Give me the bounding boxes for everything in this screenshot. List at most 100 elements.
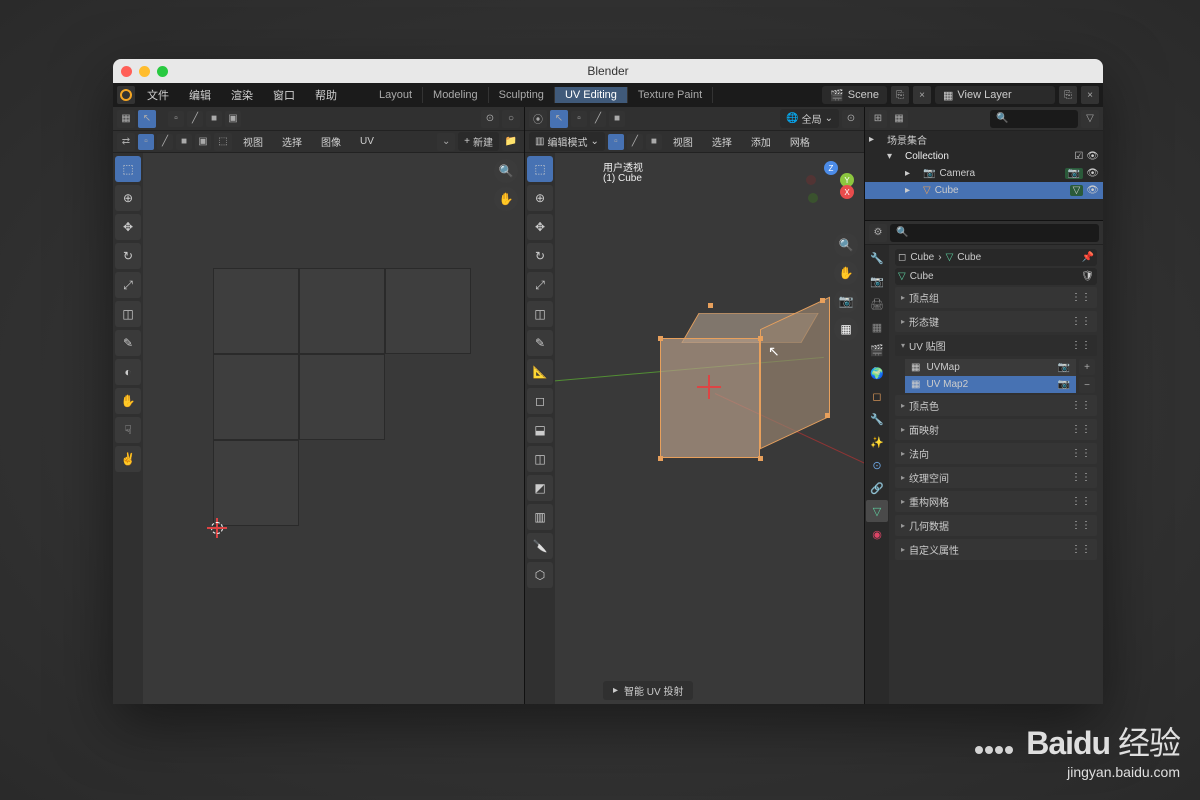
viewport-3d-canvas[interactable]: 用户透视 (1) Cube Z Y X 🔍 ✋ 📷 ▦ ↖ ▸ — [555, 153, 864, 704]
ptab-viewlayer-icon[interactable]: ▦ — [866, 316, 888, 338]
menu-window[interactable]: 窗口 — [265, 85, 303, 105]
uv-tool-move-icon[interactable]: ✥ — [115, 214, 141, 240]
vp-face-icon[interactable]: ■ — [609, 111, 625, 127]
uv-selmode-face-icon[interactable]: ■ — [176, 134, 192, 150]
vp-selmode-face-icon[interactable]: ■ — [646, 134, 662, 150]
ptab-output-icon[interactable]: 🖨 — [866, 293, 888, 315]
maximize-window-button[interactable] — [157, 66, 168, 77]
gizmo-neg-x[interactable] — [806, 175, 816, 185]
proportional-icon[interactable]: ○ — [502, 110, 520, 128]
del-scene-button[interactable]: × — [913, 86, 931, 104]
section-uv-maps[interactable]: ▾UV 贴图⋮⋮ — [895, 335, 1097, 356]
uv-zoom-icon[interactable]: 🔍 — [494, 159, 518, 183]
section-shape-keys[interactable]: ▸形态键⋮⋮ — [895, 311, 1097, 332]
outliner-search[interactable]: 🔍 — [990, 110, 1078, 128]
uv-tool-rip-icon[interactable]: ◐ — [115, 359, 141, 385]
section-vertex-colors[interactable]: ▸顶点色⋮⋮ — [895, 395, 1097, 416]
vp-edge-icon[interactable]: ╱ — [590, 111, 606, 127]
vp-persp-icon[interactable]: ▦ — [834, 317, 858, 341]
vp-vert-icon[interactable]: ▫ — [571, 111, 587, 127]
uv-sticky-icon[interactable]: ⬚ — [214, 133, 232, 151]
vp-tool-scale-icon[interactable]: ⤢ — [527, 272, 553, 298]
gizmo-neg-y[interactable] — [808, 193, 818, 203]
section-normals[interactable]: ▸法向⋮⋮ — [895, 443, 1097, 464]
minimize-window-button[interactable] — [139, 66, 150, 77]
ptab-scene-icon[interactable]: 🎬 — [866, 339, 888, 361]
uv-menu-uv[interactable]: UV — [352, 134, 382, 149]
uv-tool-transform-icon[interactable]: ◫ — [115, 301, 141, 327]
del-layer-button[interactable]: × — [1081, 86, 1099, 104]
uvmap-add-button[interactable]: + — [1079, 359, 1095, 375]
vp-tool-bevel-icon[interactable]: ◩ — [527, 475, 553, 501]
uv-tool-rotate-icon[interactable]: ↻ — [115, 243, 141, 269]
section-remesh[interactable]: ▸重构网格⋮⋮ — [895, 491, 1097, 512]
uv-select-tool-icon[interactable]: ↖ — [138, 110, 156, 128]
vp-camera-icon[interactable]: 📷 — [834, 289, 858, 313]
uv-selisland-icon[interactable]: ▣ — [225, 111, 241, 127]
uv-tool-select-icon[interactable]: ⬚ — [115, 156, 141, 182]
ptab-world-icon[interactable]: 🌍 — [866, 362, 888, 384]
right-display-icon[interactable]: ▦ — [890, 110, 908, 128]
vp-tool-extrude-icon[interactable]: ⬓ — [527, 417, 553, 443]
uv-tool-scale-icon[interactable]: ⤢ — [115, 272, 141, 298]
vp-selmode-vert-icon[interactable]: ▫ — [608, 134, 624, 150]
ptab-modifier-icon[interactable]: 🔧 — [866, 408, 888, 430]
uvmap-item-2[interactable]: ▦ UV Map2 📷 — [905, 376, 1076, 393]
camera-render-icon[interactable]: 📷 — [1058, 379, 1070, 390]
vp-tool-measure-icon[interactable]: 📐 — [527, 359, 553, 385]
ptab-tool-icon[interactable]: 🔧 — [866, 247, 888, 269]
ws-tab-texturepaint[interactable]: Texture Paint — [628, 87, 713, 103]
ptab-object-icon[interactable]: ◻ — [866, 385, 888, 407]
vp-editortype-icon[interactable]: ⦿ — [529, 110, 547, 128]
uvmap-remove-button[interactable]: − — [1079, 377, 1095, 393]
new-layer-button[interactable]: ⎘ — [1059, 86, 1077, 104]
gizmo-x[interactable]: X — [840, 185, 854, 199]
eye-icon[interactable]: 👁 — [1086, 151, 1099, 162]
right-editortype-icon[interactable]: ⊞ — [869, 110, 887, 128]
blender-logo-icon[interactable] — [117, 86, 135, 104]
vp-select-tool-icon[interactable]: ↖ — [550, 110, 568, 128]
uv-editortype-icon[interactable]: ▦ — [117, 110, 135, 128]
vp-menu-select[interactable]: 选择 — [704, 132, 740, 151]
uv-sync-icon[interactable]: ⇄ — [117, 133, 135, 151]
uv-pan-icon[interactable]: ✋ — [494, 187, 518, 211]
vp-menu-add[interactable]: 添加 — [743, 132, 779, 151]
vp-pan-icon[interactable]: ✋ — [834, 261, 858, 285]
section-face-maps[interactable]: ▸面映射⋮⋮ — [895, 419, 1097, 440]
vp-tool-inset-icon[interactable]: ◫ — [527, 446, 553, 472]
uv-tool-pinch-icon[interactable]: ✌ — [115, 446, 141, 472]
uvmap-item-1[interactable]: ▦ UVMap 📷 — [905, 359, 1076, 376]
uv-tool-grab-icon[interactable]: ✋ — [115, 388, 141, 414]
uv-menu-view[interactable]: 视图 — [235, 132, 271, 151]
eye-icon[interactable]: 👁 — [1086, 185, 1099, 196]
vp-pivot-icon[interactable]: ⊙ — [842, 110, 860, 128]
menu-edit[interactable]: 编辑 — [181, 85, 219, 105]
tree-collection[interactable]: ▾ Collection ☑👁 — [865, 148, 1103, 165]
vp-menu-mesh[interactable]: 网格 — [782, 132, 818, 151]
nav-gizmo[interactable]: Z Y X — [806, 161, 856, 211]
vp-zoom-icon[interactable]: 🔍 — [834, 233, 858, 257]
vp-mode-dropdown[interactable]: ▥ 编辑模式 ⌄ — [529, 132, 605, 151]
uv-tool-annotate-icon[interactable]: ✎ — [115, 330, 141, 356]
gizmo-z[interactable]: Z — [824, 161, 838, 175]
tree-camera[interactable]: ▸ 📷 Camera 📷👁 — [865, 165, 1103, 182]
ptab-constraint-icon[interactable]: 🔗 — [866, 477, 888, 499]
uv-image-dropdown-icon[interactable]: ⌄ — [437, 133, 455, 151]
section-texture-space[interactable]: ▸纹理空间⋮⋮ — [895, 467, 1097, 488]
uv-selface-icon[interactable]: ■ — [206, 111, 222, 127]
uv-selmode-vert-icon[interactable]: ▫ — [138, 134, 154, 150]
ws-tab-uvediting[interactable]: UV Editing — [555, 87, 628, 103]
props-search[interactable]: 🔍 — [890, 224, 1099, 242]
uv-seledge-icon[interactable]: ╱ — [187, 111, 203, 127]
uv-menu-image[interactable]: 图像 — [313, 132, 349, 151]
section-geometry-data[interactable]: ▸几何数据⋮⋮ — [895, 515, 1097, 536]
shield-icon[interactable]: 🛡 — [1081, 271, 1094, 282]
vp-last-op[interactable]: ▸智能 UV 投射 — [603, 681, 693, 700]
uv-new-image-button[interactable]: +新建 — [458, 132, 499, 151]
vp-selmode-edge-icon[interactable]: ╱ — [627, 134, 643, 150]
uv-selvert-icon[interactable]: ▫ — [168, 111, 184, 127]
vp-tool-annotate-icon[interactable]: ✎ — [527, 330, 553, 356]
tree-cube[interactable]: ▸ ▽ Cube ▽👁 — [865, 182, 1103, 199]
vp-tool-knife-icon[interactable]: 🔪 — [527, 533, 553, 559]
vp-tool-polybuild-icon[interactable]: ⬡ — [527, 562, 553, 588]
